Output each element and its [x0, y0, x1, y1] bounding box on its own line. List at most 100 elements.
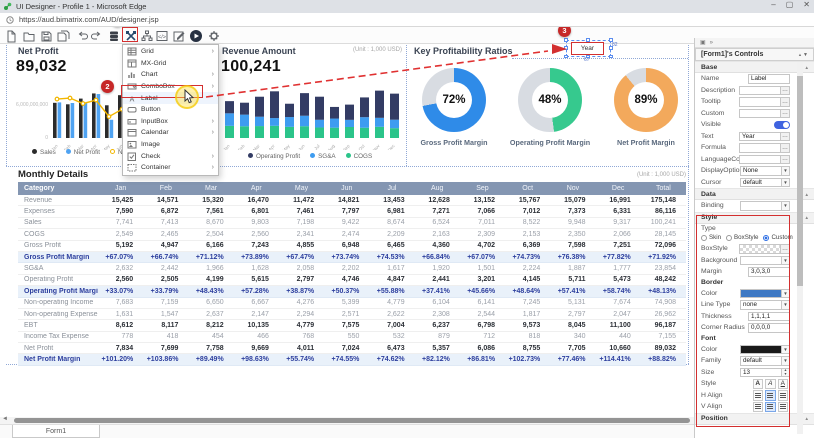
revenue-unit: (Unit : 1,000 USD) — [322, 47, 402, 53]
row-label: Sales — [18, 219, 98, 226]
svg-text:</>: </> — [158, 34, 166, 40]
scroll-left-icon[interactable]: ◄ — [2, 416, 8, 422]
collapse-panel-icon[interactable]: » — [710, 40, 713, 46]
menu-item-container[interactable]: Container› — [123, 162, 218, 174]
table-cell: +33.07% — [98, 288, 143, 295]
table-cell: 5,357 — [415, 345, 460, 352]
dropdown-arrow-icon[interactable]: ▼ — [782, 178, 790, 188]
description-control[interactable]: … — [739, 86, 790, 96]
open-folder-icon[interactable] — [21, 28, 36, 43]
table-cell: 1,966 — [188, 265, 233, 272]
ellipsis-button[interactable]: … — [781, 109, 790, 119]
svg-text:Dec: Dec — [387, 143, 396, 150]
ellipsis-button[interactable]: … — [781, 97, 790, 107]
minimize-icon[interactable]: – — [771, 0, 775, 9]
dropdown-arrow-icon[interactable]: ▼ — [782, 201, 790, 211]
table-cell: +74.55% — [324, 356, 369, 363]
table-cell: 9,422 — [324, 219, 369, 226]
table-cell: +33.79% — [143, 288, 188, 295]
ellipsis-button[interactable]: … — [781, 86, 790, 96]
table-cell: 26,962 — [641, 311, 686, 318]
menu-item-grid[interactable]: Grid› — [123, 46, 218, 58]
menu-item-label: Grid — [141, 48, 154, 55]
new-file-icon[interactable] — [3, 28, 18, 43]
submenu-arrow-icon: › — [212, 153, 214, 160]
menu-item-inputbox[interactable]: InputBox› — [123, 116, 218, 128]
save-all-icon[interactable] — [55, 28, 70, 43]
menu-item-label: MX-Grid — [141, 60, 166, 67]
table-cell: 2,153 — [505, 231, 550, 238]
table-row-sales: Sales7,7417,4138,6709,8037,1989,4228,674… — [18, 218, 686, 229]
displayoption-control[interactable]: None▼ — [740, 166, 790, 176]
visible-toggle[interactable] — [774, 121, 790, 129]
scroll-up-icon[interactable]: ▲ — [797, 50, 803, 58]
panel-scrollbar[interactable]: ▲ ▼ — [797, 62, 803, 434]
edit-icon[interactable] — [171, 28, 186, 43]
panel-scroll-thumb[interactable] — [797, 76, 803, 286]
hierarchy-icon[interactable] — [139, 28, 154, 43]
menu-item-image[interactable]: Image — [123, 139, 218, 151]
redo-icon[interactable] — [88, 28, 103, 43]
visible-control[interactable] — [774, 120, 790, 130]
table-cell: 9,803 — [234, 219, 279, 226]
languagecode-control[interactable]: … — [739, 155, 790, 165]
close-icon[interactable]: ✕ — [803, 0, 810, 9]
chevron-down-icon[interactable]: ▼ — [803, 52, 808, 58]
table-cell: +57.41% — [550, 288, 595, 295]
menu-item-button[interactable]: Button — [123, 104, 218, 116]
selection-handle[interactable] — [564, 38, 568, 42]
cursor-control[interactable]: default▼ — [740, 178, 790, 188]
menu-item-chart[interactable]: Chart› — [123, 69, 218, 81]
table-cell: 7,413 — [143, 219, 188, 226]
save-icon[interactable] — [38, 28, 53, 43]
ellipsis-button[interactable]: … — [781, 143, 790, 153]
table-cell: 340 — [550, 333, 595, 340]
selection-handle[interactable] — [609, 55, 613, 59]
table-cell: 5,711 — [550, 276, 595, 283]
settings-icon[interactable] — [206, 28, 221, 43]
dock-window-icon[interactable]: ▣ — [700, 39, 706, 46]
dropdown-arrow-icon[interactable]: ▼ — [782, 166, 790, 176]
horizontal-scrollbar[interactable]: ◄ — [0, 417, 694, 424]
chevron-up-icon[interactable]: ▲ — [805, 65, 809, 70]
menu-item-calendar[interactable]: Calendar› — [123, 127, 218, 139]
form1-tab[interactable]: Form1 — [12, 425, 100, 438]
selection-handle[interactable] — [564, 46, 568, 50]
year-label-control[interactable]: Year — [571, 42, 604, 55]
h-scroll-thumb[interactable] — [14, 418, 690, 423]
selection-handle[interactable] — [586, 38, 590, 42]
table-cell: 2,224 — [505, 265, 550, 272]
chevron-up-icon[interactable]: ▲ — [805, 192, 809, 197]
selection-handle[interactable] — [586, 55, 590, 59]
ellipsis-button[interactable]: … — [781, 132, 790, 142]
table-cell: 9,317 — [596, 219, 641, 226]
maximize-icon[interactable]: ▢ — [786, 0, 794, 9]
code-icon[interactable]: </> — [154, 28, 169, 43]
chevron-up-icon[interactable]: ▲ — [805, 215, 809, 220]
selection-handle[interactable] — [609, 38, 613, 42]
binding-control[interactable]: ▼ — [740, 201, 790, 211]
url-bar[interactable]: https://aud.bimatrix.com/AUD/designer.js… — [0, 13, 814, 27]
table-cell: +76.38% — [550, 254, 595, 261]
run-icon[interactable] — [188, 28, 203, 43]
chevron-up-icon[interactable]: ▲ — [805, 416, 809, 421]
table-cell: 7,705 — [550, 345, 595, 352]
donut-value: 72% — [436, 82, 472, 118]
name-control[interactable]: Label — [748, 74, 790, 84]
table-cell: 466 — [234, 333, 279, 340]
selection-handle[interactable] — [564, 55, 568, 59]
ellipsis-button[interactable]: … — [781, 155, 790, 165]
formula-control[interactable]: … — [739, 143, 790, 153]
menu-item-check[interactable]: Check› — [123, 150, 218, 162]
column-header: Total — [641, 185, 686, 192]
svg-text:6,000,000,000: 6,000,000,000 — [16, 102, 48, 108]
menu-item-mx-grid[interactable]: MX-Grid — [123, 58, 218, 70]
custom-control[interactable]: … — [739, 109, 790, 119]
dataset-icon[interactable] — [106, 28, 121, 43]
selection-handle[interactable] — [609, 46, 613, 50]
revenue-value: 100,241 — [221, 58, 281, 76]
text-control[interactable]: Year… — [739, 132, 790, 142]
tooltip-control[interactable]: … — [739, 97, 790, 107]
revenue-chart: JanFebMarAprMayJunJulAugSepOctNovDec — [218, 84, 404, 150]
table-cell: 2,474 — [324, 231, 369, 238]
